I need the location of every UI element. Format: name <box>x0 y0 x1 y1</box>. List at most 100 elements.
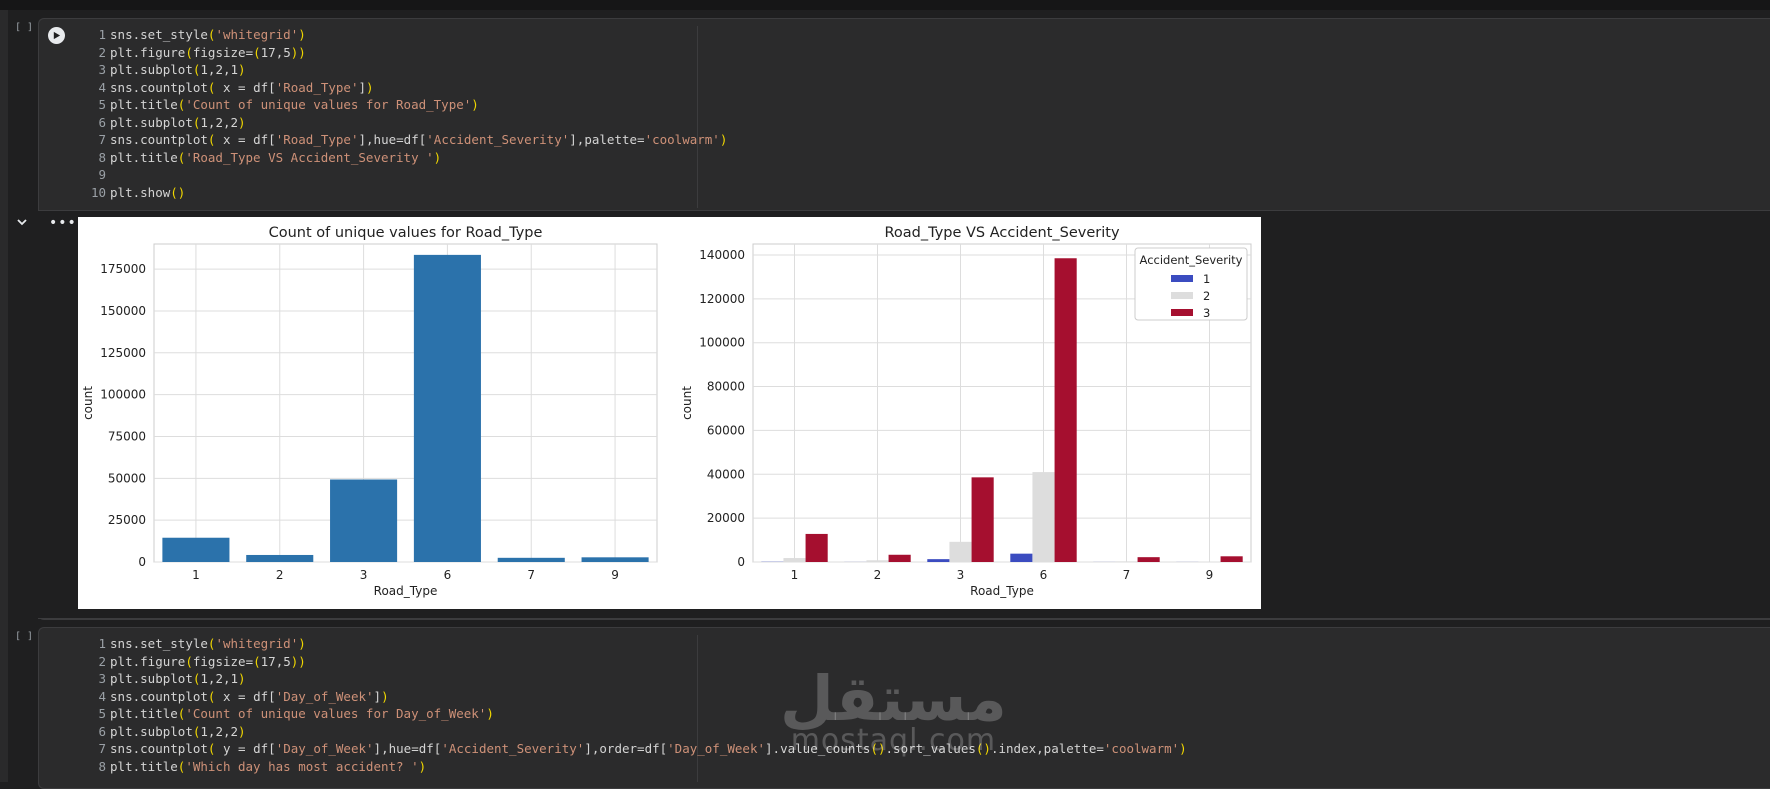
y-tick-label: 80000 <box>707 380 745 394</box>
x-tick-label: 2 <box>276 568 284 582</box>
figure: 0250005000075000100000125000150000175000… <box>78 217 1261 609</box>
bar <box>582 557 649 562</box>
y-tick-label: 120000 <box>699 292 745 306</box>
line-number: 6 <box>88 114 106 132</box>
code-text: plt.title('Which day has most accident? … <box>110 759 426 774</box>
code-text: sns.countplot( x = df['Road_Type']) <box>110 80 374 95</box>
line-number: 6 <box>88 723 106 741</box>
x-tick-label: 3 <box>360 568 368 582</box>
line-number: 8 <box>88 149 106 167</box>
top-bar <box>0 0 1770 10</box>
code-text: plt.show() <box>110 185 185 200</box>
code-text: plt.subplot(1,2,2) <box>110 724 246 739</box>
code-text: plt.title('Road_Type VS Accident_Severit… <box>110 150 441 165</box>
code-line: 6 plt.subplot(1,2,2) <box>88 723 1187 741</box>
x-tick-label: 9 <box>611 568 619 582</box>
bar-series-3 <box>1138 557 1160 562</box>
code-line: 7 sns.countplot( x = df['Road_Type'],hue=… <box>88 131 727 149</box>
code-line: 8 plt.title('Road_Type VS Accident_Severi… <box>88 149 727 167</box>
legend-title: Accident_Severity <box>1140 253 1243 267</box>
code-line: 8 plt.title('Which day has most accident?… <box>88 758 1187 776</box>
line-number: 2 <box>88 653 106 671</box>
y-tick-label: 60000 <box>707 423 745 437</box>
line-number: 1 <box>88 635 106 653</box>
y-tick-label: 75000 <box>108 429 146 443</box>
code-line: 5 plt.title('Count of unique values for R… <box>88 96 727 114</box>
line-number: 4 <box>88 79 106 97</box>
line-number: 1 <box>88 26 106 44</box>
code-line: 9 <box>88 166 727 184</box>
bar-series-2 <box>1115 561 1137 562</box>
code-text: plt.subplot(1,2,2) <box>110 115 246 130</box>
x-axis-label: Road_Type <box>970 584 1034 598</box>
y-tick-label: 175000 <box>100 262 146 276</box>
y-tick-label: 50000 <box>108 471 146 485</box>
code-text: sns.set_style('whitegrid') <box>110 27 306 42</box>
x-tick-label: 6 <box>444 568 452 582</box>
plot-output: 0250005000075000100000125000150000175000… <box>78 217 1261 609</box>
y-tick-label: 40000 <box>707 467 745 481</box>
line-number: 4 <box>88 688 106 706</box>
line-number: 7 <box>88 740 106 758</box>
cell-execution-count: [ ] <box>15 631 33 642</box>
y-tick-label: 20000 <box>707 511 745 525</box>
code-line: 3plt.subplot(1,2,1) <box>88 61 727 79</box>
run-cell-button[interactable] <box>48 27 65 44</box>
y-tick-label: 150000 <box>100 304 146 318</box>
legend-swatch <box>1171 309 1193 316</box>
code-text: sns.set_style('whitegrid') <box>110 636 306 651</box>
line-number: 5 <box>88 705 106 723</box>
bar-series-3 <box>806 534 828 562</box>
line-number: 5 <box>88 96 106 114</box>
legend-label: 1 <box>1203 272 1210 286</box>
output-menu-icon[interactable]: ••• <box>49 219 77 227</box>
bar <box>498 558 565 562</box>
y-tick-label: 100000 <box>699 336 745 350</box>
code-text: plt.figure(figsize=(17,5)) <box>110 654 306 669</box>
bar-series-3 <box>972 477 994 562</box>
bar-series-1 <box>1010 554 1032 562</box>
code-line: 7 sns.countplot( y = df['Day_of_Week'],hu… <box>88 740 1187 758</box>
bar <box>162 538 229 562</box>
y-axis-label: count <box>680 386 694 420</box>
bar-series-3 <box>889 555 911 562</box>
y-axis-label: count <box>81 386 95 420</box>
code-line: 4 sns.countplot( x = df['Day_of_Week']) <box>88 688 1187 706</box>
code-editor-1[interactable]: 1sns.set_style('whitegrid')2plt.figure(f… <box>88 26 727 201</box>
line-number: 2 <box>88 44 106 62</box>
line-number: 3 <box>88 670 106 688</box>
y-tick-label: 25000 <box>108 513 146 527</box>
code-line: 1 sns.set_style('whitegrid') <box>88 635 1187 653</box>
code-text: sns.countplot( x = df['Day_of_Week']) <box>110 689 389 704</box>
play-icon <box>52 31 61 40</box>
bar <box>246 555 313 562</box>
legend-label: 3 <box>1203 306 1210 320</box>
legend-swatch <box>1171 292 1193 299</box>
x-tick-label: 9 <box>1206 568 1214 582</box>
y-tick-label: 100000 <box>100 388 146 402</box>
x-tick-label: 1 <box>192 568 200 582</box>
code-text: plt.subplot(1,2,1) <box>110 671 246 686</box>
code-text: plt.subplot(1,2,1) <box>110 62 246 77</box>
bar <box>330 479 397 562</box>
chevron-down-icon[interactable] <box>15 215 29 229</box>
bar-series-1 <box>927 559 949 562</box>
x-tick-label: 6 <box>1040 568 1048 582</box>
code-line: 2 plt.figure(figsize=(17,5)) <box>88 653 1187 671</box>
x-axis-label: Road_Type <box>374 584 438 598</box>
code-text: sns.countplot( y = df['Day_of_Week'],hue… <box>110 741 1187 756</box>
line-number: 7 <box>88 131 106 149</box>
bar-series-2 <box>783 558 805 562</box>
code-text: sns.countplot( x = df['Road_Type'],hue=d… <box>110 132 727 147</box>
line-number: 8 <box>88 758 106 776</box>
chart-title: Count of unique values for Road_Type <box>269 225 543 241</box>
line-number: 9 <box>88 166 106 184</box>
code-text: plt.title('Count of unique values for Ro… <box>110 97 479 112</box>
code-line: 5plt.title('Count of unique values for D… <box>88 705 1187 723</box>
x-tick-label: 7 <box>1123 568 1131 582</box>
x-tick-label: 3 <box>957 568 965 582</box>
code-line: 10plt.show() <box>88 184 727 202</box>
legend-swatch <box>1171 275 1193 282</box>
code-editor-2[interactable]: 1 sns.set_style('whitegrid') 2 plt.figure(f… <box>88 635 1187 775</box>
bar <box>414 255 481 562</box>
